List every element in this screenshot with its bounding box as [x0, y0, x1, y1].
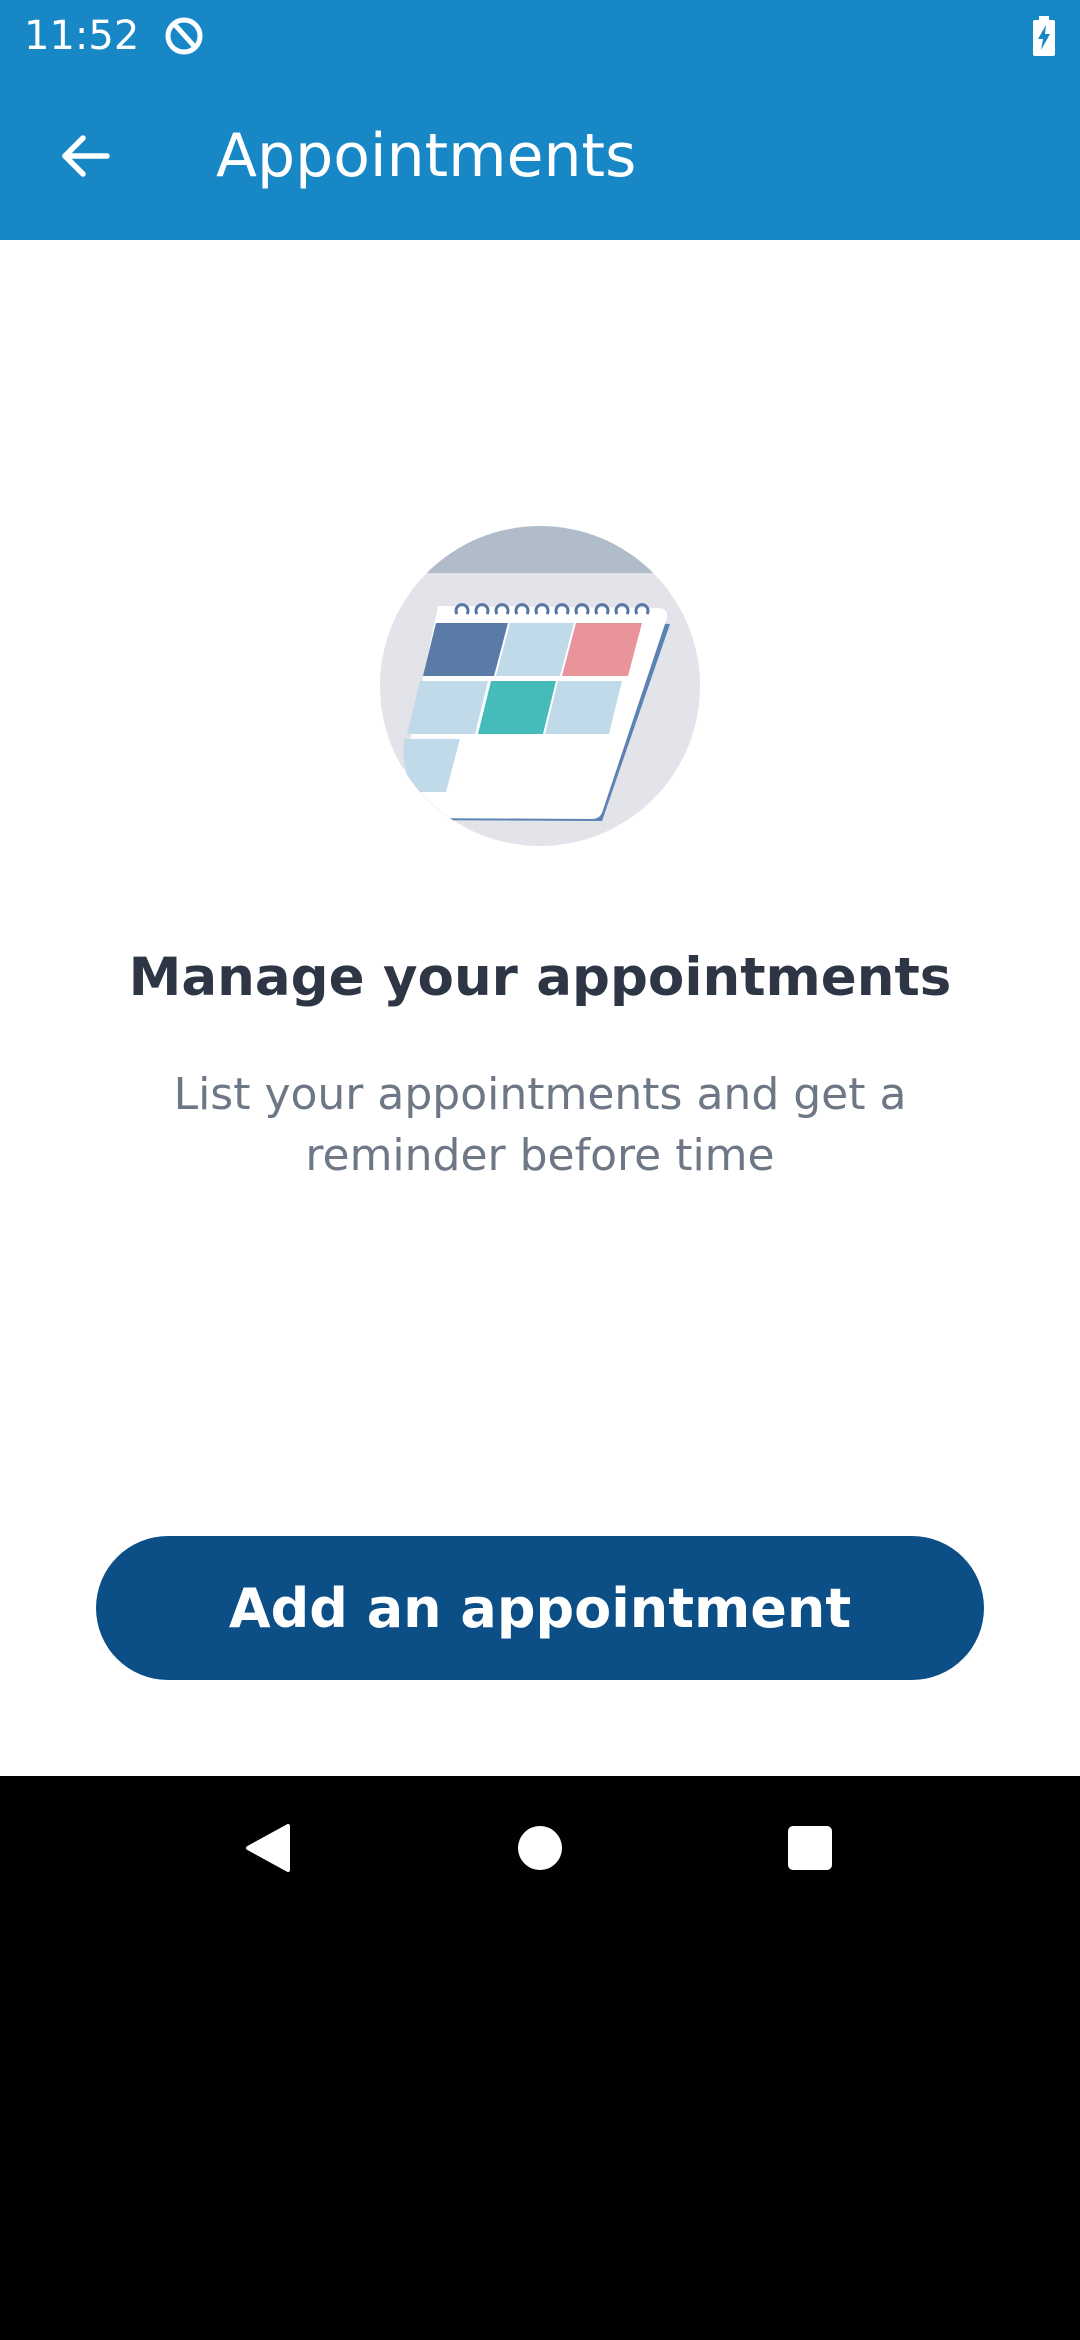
battery-charging-icon	[1033, 16, 1055, 56]
home-circle-icon	[518, 1826, 562, 1870]
recents-square-icon	[788, 1826, 832, 1870]
blank-area	[0, 1920, 1080, 2340]
screen: 11:52 Appointments Manage your appointme…	[0, 0, 1080, 2340]
status-bar: 11:52	[0, 0, 1080, 72]
empty-state-description: List your appointments and get a reminde…	[173, 1069, 907, 1181]
nav-recents-button[interactable]	[768, 1806, 852, 1890]
empty-state-heading: Manage your appointments	[128, 947, 952, 1008]
page-title: Appointments	[216, 121, 637, 191]
arrow-back-icon	[62, 135, 110, 177]
status-time: 11:52	[24, 13, 140, 59]
add-appointment-button[interactable]: Add an appointment	[96, 1536, 984, 1680]
back-button[interactable]	[34, 106, 134, 206]
nav-home-button[interactable]	[498, 1806, 582, 1890]
app-notification-icon	[165, 17, 203, 55]
navigation-bar	[0, 1776, 1080, 1920]
back-triangle-icon	[246, 1824, 290, 1872]
empty-state: Manage your appointments List your appoi…	[0, 240, 1080, 1776]
nav-back-button[interactable]	[226, 1806, 310, 1890]
app-bar: Appointments	[0, 72, 1080, 240]
calendar-illustration	[380, 526, 700, 846]
